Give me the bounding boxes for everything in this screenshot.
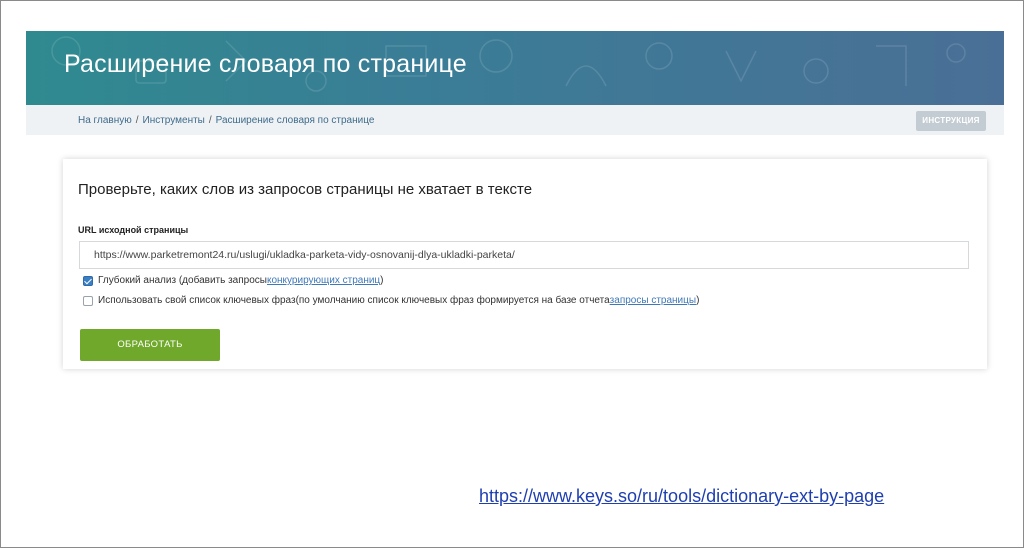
breadcrumb-home[interactable]: На главную xyxy=(78,115,132,126)
instruction-button[interactable]: ИНСТРУКЦИЯ xyxy=(916,111,986,131)
own-keyword-list-text-end: ) xyxy=(696,295,700,306)
own-keyword-list-option: Использовать свой список ключевых фраз(п… xyxy=(83,295,699,306)
breadcrumb-bar: На главную / Инструменты / Расширение словар… xyxy=(26,105,1004,135)
url-input[interactable] xyxy=(79,241,969,269)
page-banner: Расширение словаря по странице xyxy=(26,31,1004,105)
page-queries-link[interactable]: запросы страницы xyxy=(610,295,696,306)
competing-pages-link[interactable]: конкурирующих страниц xyxy=(267,275,380,286)
slide-frame: Расширение словаря по странице На главну… xyxy=(0,0,1024,548)
analysis-form-card: Проверьте, каких слов из запросов страни… xyxy=(63,159,987,369)
own-keyword-list-text: Использовать свой список ключевых фраз(п… xyxy=(98,295,610,306)
deep-analysis-text-end: ) xyxy=(380,275,384,286)
breadcrumb: На главную / Инструменты / Расширение словар… xyxy=(78,115,374,126)
deep-analysis-checkbox[interactable] xyxy=(83,275,93,286)
deep-analysis-text: Глубокий анализ (добавить запросы xyxy=(98,275,267,286)
process-button[interactable]: ОБРАБОТАТЬ xyxy=(80,329,220,361)
tool-url-link[interactable]: https://www.keys.so/ru/tools/dictionary-… xyxy=(479,486,884,507)
breadcrumb-separator: / xyxy=(135,115,139,126)
breadcrumb-tools[interactable]: Инструменты xyxy=(143,115,205,126)
own-keyword-list-checkbox[interactable] xyxy=(83,295,93,306)
page-title: Расширение словаря по странице xyxy=(64,50,467,78)
breadcrumb-current: Расширение словаря по странице xyxy=(215,115,375,126)
url-field-label: URL исходной страницы xyxy=(78,225,189,235)
breadcrumb-separator: / xyxy=(208,115,212,126)
deep-analysis-option: Глубокий анализ (добавить запросы конкур… xyxy=(83,275,384,286)
form-heading: Проверьте, каких слов из запросов страни… xyxy=(78,181,533,198)
